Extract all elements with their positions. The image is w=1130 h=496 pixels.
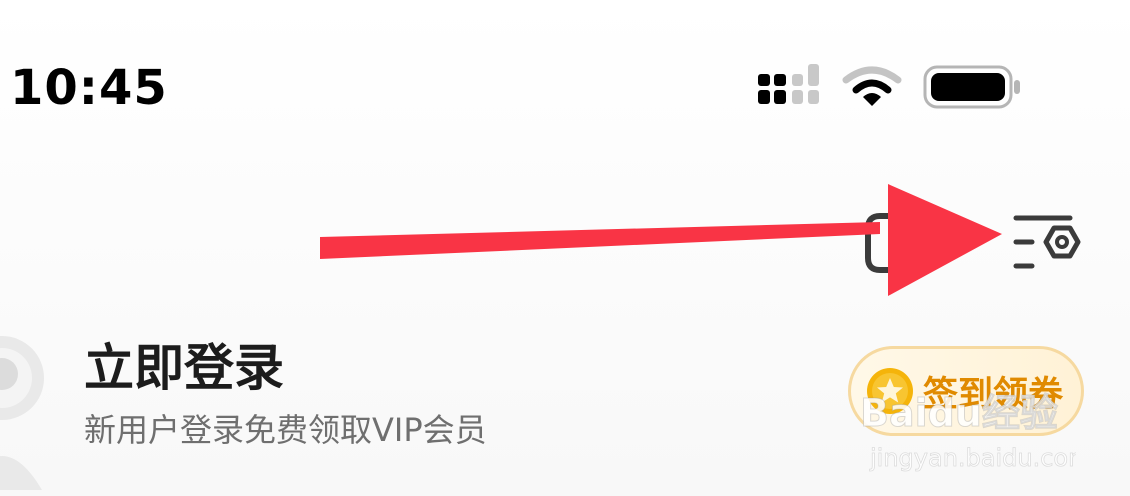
avatar[interactable]: [0, 312, 56, 492]
scan-icon[interactable]: [862, 212, 902, 274]
settings-menu-icon[interactable]: [1010, 212, 1082, 274]
login-subtitle: 新用户登录免费领取VIP会员: [84, 411, 487, 449]
checkin-coupon-button[interactable]: 签到领券: [848, 346, 1084, 436]
signal-icon: [758, 64, 819, 104]
wifi-icon: [842, 66, 902, 106]
app-screen: 10:45 立即登录 新用户登录免费领取VIP会员 签到领券 Baidu经验 j…: [0, 0, 1130, 496]
status-time: 10:45: [10, 60, 168, 116]
star-coin-icon: [867, 368, 913, 414]
svg-text:jingyan.baidu.com: jingyan.baidu.com: [869, 444, 1076, 472]
checkin-label: 签到领券: [923, 374, 1064, 415]
login-title[interactable]: 立即登录: [84, 338, 284, 398]
battery-icon: [923, 65, 1020, 109]
